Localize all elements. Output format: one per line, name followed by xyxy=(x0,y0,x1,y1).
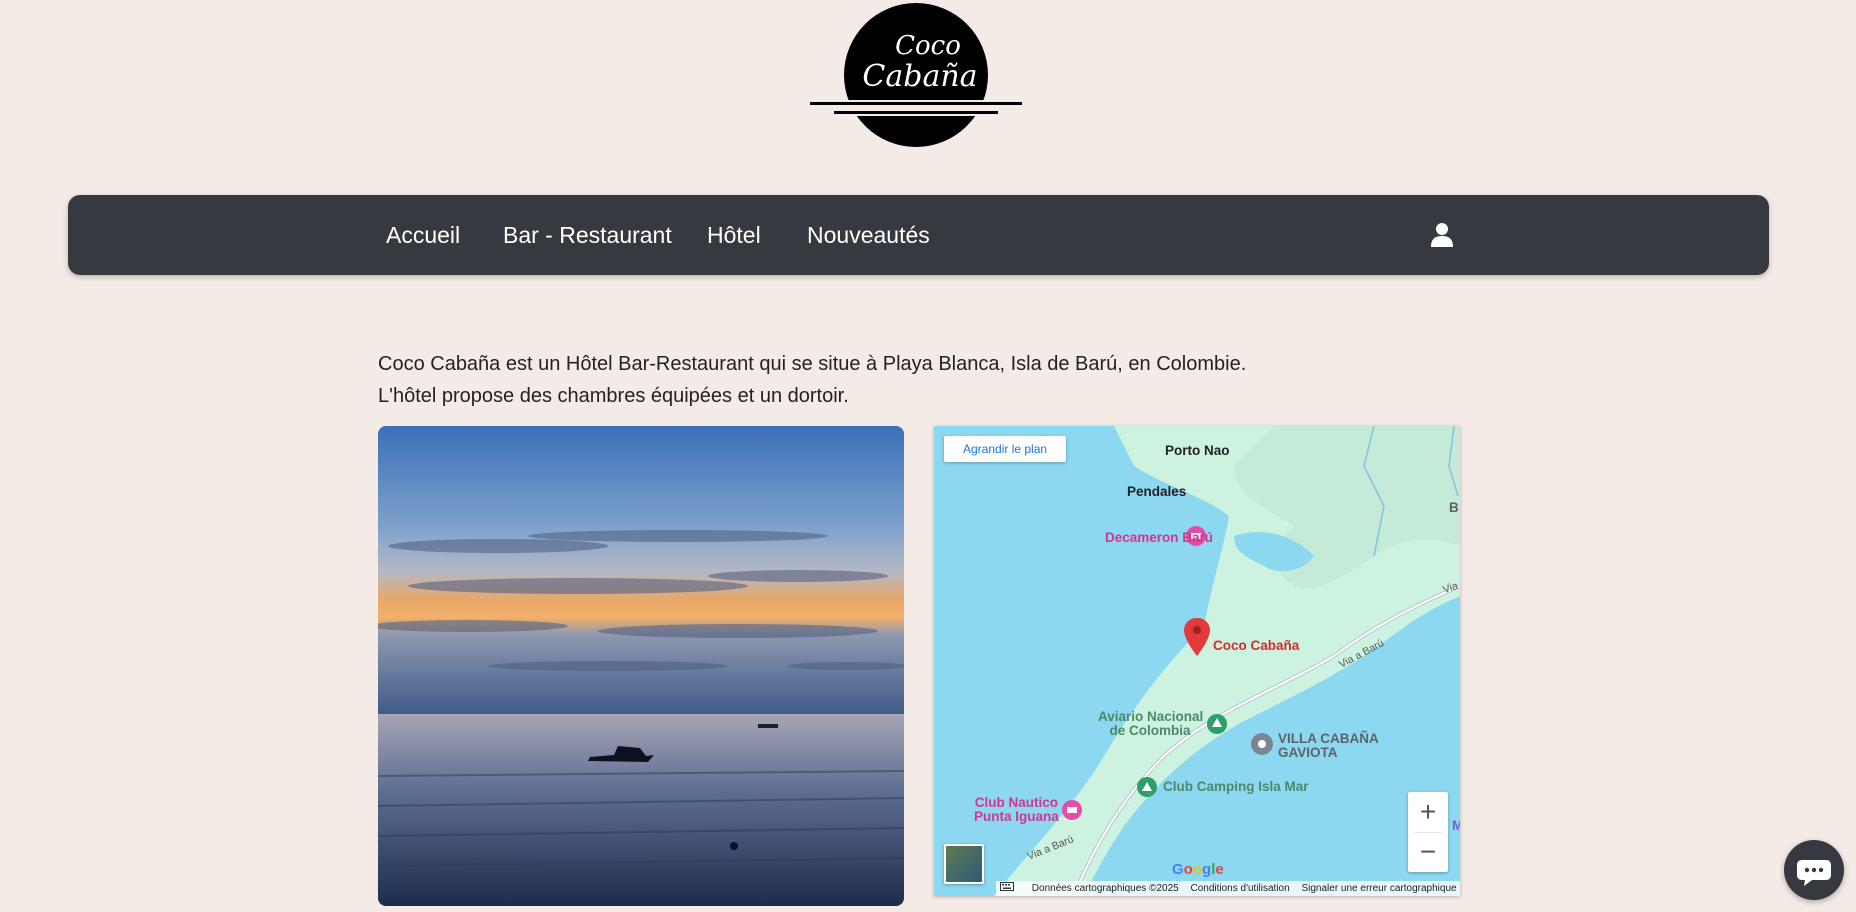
main-navbar: Accueil Bar - Restaurant Hôtel Nouveauté… xyxy=(68,195,1769,275)
logo-text-line2: Cabaña xyxy=(862,59,977,94)
nav-accueil[interactable]: Accueil xyxy=(386,195,460,275)
map-report-link[interactable]: Signaler une erreur cartographique xyxy=(1301,883,1456,894)
map-label-club-nautico[interactable]: Club Nautico Punta Iguana xyxy=(974,796,1059,824)
google-logo: Google xyxy=(1172,861,1224,878)
map-footer: Données cartographiques ©2025 Conditions… xyxy=(996,881,1460,896)
enlarge-map-button[interactable]: Agrandir le plan xyxy=(944,436,1067,462)
map-label-camping[interactable]: Club Camping Isla Mar xyxy=(1163,780,1309,794)
map-label-aviario-line2: de Colombia xyxy=(1109,723,1191,738)
logo-text-line1: Coco xyxy=(895,31,961,61)
map-label-villa-line2: GAVIOTA xyxy=(1278,745,1338,760)
zoom-out-button[interactable]: − xyxy=(1408,832,1448,872)
google-map[interactable]: Porto Nao Pendales Decameron Barú Coco C… xyxy=(934,426,1460,896)
nav-hotel[interactable]: Hôtel xyxy=(707,195,761,275)
nav-nouveautes[interactable]: Nouveautés xyxy=(807,195,930,275)
site-logo[interactable]: Coco Cabaña xyxy=(810,2,1022,150)
map-data-credit: Données cartographiques ©2025 xyxy=(1031,883,1179,894)
map-label-porto-nao: Porto Nao xyxy=(1165,443,1230,458)
chat-button[interactable] xyxy=(1784,840,1844,900)
map-label-decameron[interactable]: Decameron Barú xyxy=(1105,530,1213,545)
map-label-club-line2: Punta Iguana xyxy=(974,809,1059,824)
zoom-controls: + − xyxy=(1408,792,1448,872)
map-label-edge-m: M xyxy=(1452,818,1460,833)
intro-line-2: L'hôtel propose des chambres équipées et… xyxy=(378,385,849,407)
user-icon[interactable] xyxy=(1428,221,1456,249)
map-label-aviario-line1: Aviario Nacional xyxy=(1098,709,1204,724)
map-label-villa-line1: VILLA CABAÑA xyxy=(1278,731,1379,746)
nav-bar-restaurant[interactable]: Bar - Restaurant xyxy=(503,195,672,275)
intro-text: Coco Cabaña est un Hôtel Bar-Restaurant … xyxy=(378,348,1478,412)
map-terms-link[interactable]: Conditions d'utilisation xyxy=(1190,883,1289,894)
map-label-club-line1: Club Nautico xyxy=(974,795,1058,810)
map-label-pendales: Pendales xyxy=(1127,484,1187,499)
intro-line-1: Coco Cabaña est un Hôtel Bar-Restaurant … xyxy=(378,353,1247,375)
map-layer-toggle[interactable] xyxy=(944,844,984,884)
map-label-edge-b: B xyxy=(1449,500,1459,515)
zoom-in-button[interactable]: + xyxy=(1408,792,1448,832)
keyboard-icon[interactable] xyxy=(1000,881,1020,896)
sunset-photo xyxy=(378,426,904,906)
map-label-villa[interactable]: VILLA CABAÑA GAVIOTA xyxy=(1278,732,1379,760)
chat-bubble-icon xyxy=(1797,860,1831,886)
map-label-aviario[interactable]: Aviario Nacional de Colombia xyxy=(1098,709,1204,738)
map-label-coco-cabana[interactable]: Coco Cabaña xyxy=(1213,638,1299,653)
